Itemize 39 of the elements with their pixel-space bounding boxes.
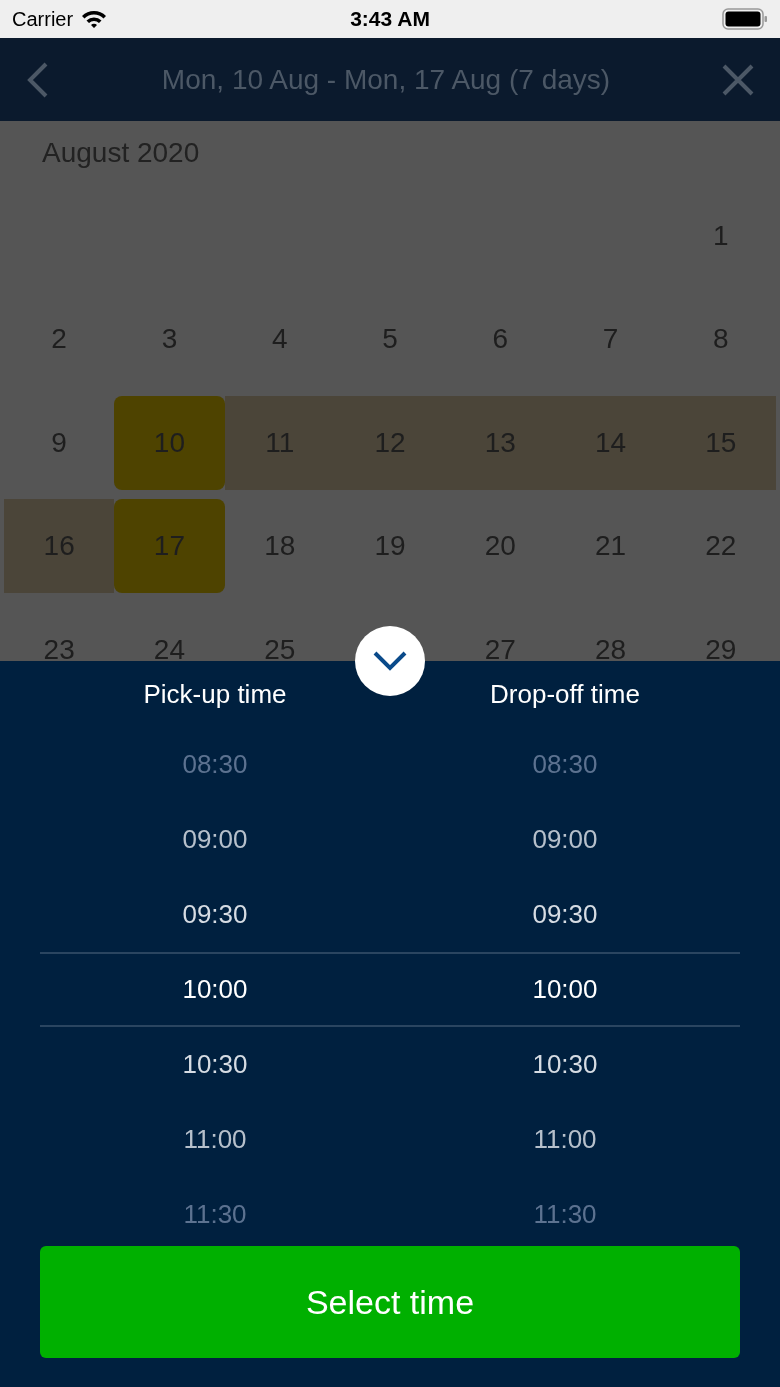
time-option[interactable]: 08:30 xyxy=(532,749,598,780)
back-icon[interactable] xyxy=(26,60,50,99)
time-option[interactable]: 11:30 xyxy=(533,1199,597,1230)
calendar-day[interactable]: 19 xyxy=(334,499,446,594)
calendar-day[interactable]: 2 xyxy=(4,292,115,387)
time-option[interactable]: 11:30 xyxy=(183,1199,247,1230)
calendar-day[interactable]: 29 xyxy=(665,602,776,661)
time-option[interactable]: 09:30 xyxy=(532,899,598,930)
select-time-button[interactable]: Select time xyxy=(40,1246,740,1358)
time-option[interactable]: 09:30 xyxy=(182,899,248,930)
calendar-day[interactable]: 20 xyxy=(445,499,556,594)
calendar-day[interactable]: 27 xyxy=(445,602,556,661)
time-option[interactable]: 11:00 xyxy=(183,1124,247,1155)
calendar-day[interactable]: 25 xyxy=(224,602,335,661)
column-heading: Drop-off time xyxy=(490,678,640,710)
battery-icon xyxy=(722,8,768,30)
time-option[interactable]: 10:00 xyxy=(182,974,248,1005)
calendar-day[interactable]: 6 xyxy=(445,292,556,387)
carrier-label: Carrier xyxy=(12,7,74,31)
calendar-day[interactable]: 24 xyxy=(114,602,225,661)
time-option[interactable]: 08:30 xyxy=(182,749,248,780)
wifi-icon xyxy=(81,9,108,29)
calendar-day[interactable]: 7 xyxy=(555,292,666,387)
clock: 3:43 AM xyxy=(350,7,430,31)
time-option[interactable]: 10:00 xyxy=(532,974,598,1005)
calendar-day[interactable]: 23 xyxy=(4,602,115,661)
calendar-day[interactable]: 1 xyxy=(665,188,776,283)
calendar-day[interactable]: 22 xyxy=(665,499,776,594)
time-option[interactable]: 09:00 xyxy=(182,824,248,855)
calendar-day[interactable]: 5 xyxy=(334,292,446,387)
time-option[interactable]: 10:30 xyxy=(182,1049,248,1080)
date-range-title: Mon, 10 Aug - Mon, 17 Aug (7 days) xyxy=(161,63,611,96)
time-option[interactable]: 11:00 xyxy=(533,1124,597,1155)
time-option[interactable]: 10:30 xyxy=(532,1049,598,1080)
column-heading: Pick-up time xyxy=(143,678,287,710)
chevron-down-icon xyxy=(373,651,407,671)
close-icon[interactable] xyxy=(722,63,754,96)
time-option[interactable]: 09:00 xyxy=(532,824,598,855)
calendar-day[interactable]: 3 xyxy=(114,292,225,387)
